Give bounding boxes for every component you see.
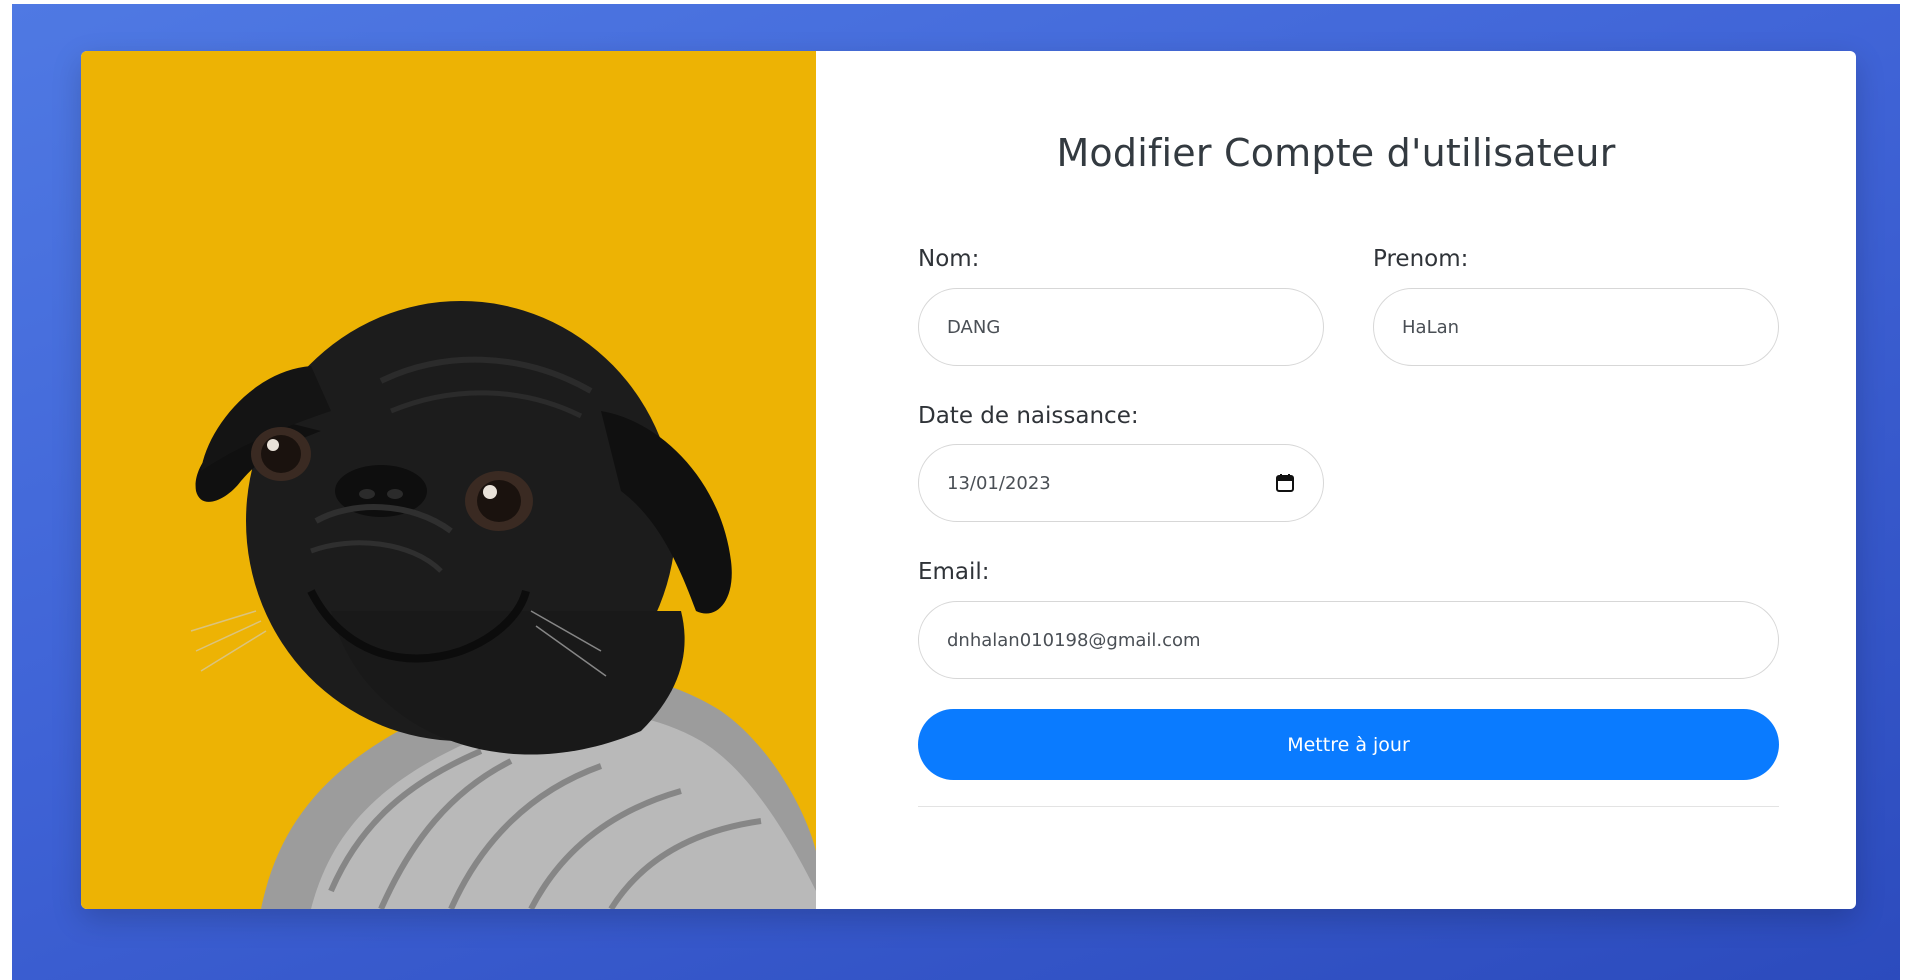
date-naissance-input[interactable] — [947, 472, 1275, 494]
prenom-field[interactable] — [1373, 288, 1779, 366]
pug-illustration — [190, 301, 816, 909]
page-title: Modifier Compte d'utilisateur — [1056, 131, 1616, 175]
prenom-label: Prenom: — [1373, 246, 1469, 272]
email-field[interactable] — [918, 601, 1779, 679]
nom-label: Nom: — [918, 246, 980, 272]
pug-photo — [81, 51, 816, 909]
date-naissance-field[interactable] — [918, 444, 1324, 522]
date-naissance-label: Date de naissance: — [918, 403, 1139, 429]
email-label: Email: — [918, 559, 990, 585]
calendar-icon[interactable] — [1275, 473, 1295, 493]
submit-button[interactable]: Mettre à jour — [918, 709, 1779, 780]
email-input[interactable] — [947, 629, 1750, 651]
nom-field[interactable] — [918, 288, 1324, 366]
prenom-input[interactable] — [1402, 316, 1750, 338]
form-pane: Modifier Compte d'utilisateur Nom: Preno… — [816, 51, 1856, 909]
nom-input[interactable] — [947, 316, 1295, 338]
edit-account-card: Modifier Compte d'utilisateur Nom: Preno… — [81, 51, 1856, 909]
form-divider — [918, 806, 1779, 807]
